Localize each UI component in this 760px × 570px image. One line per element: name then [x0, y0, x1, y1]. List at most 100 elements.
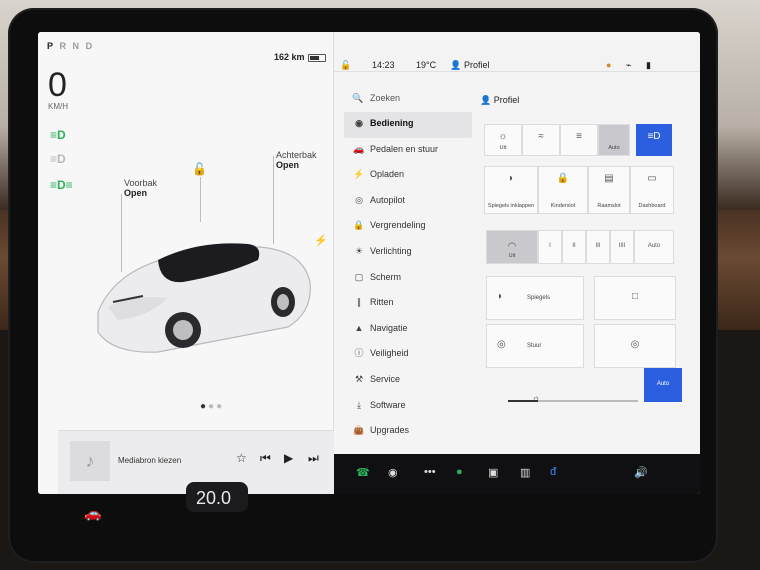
- menu-item-scherm[interactable]: ▢ Scherm: [344, 266, 472, 292]
- wipers-4-button[interactable]: IIII: [610, 230, 634, 264]
- profile-icon[interactable]: 👤: [450, 60, 461, 71]
- menu-item-upgrades[interactable]: 👜 Upgrades: [344, 419, 472, 445]
- cabin-temperature[interactable]: 20.0: [196, 488, 231, 509]
- mirror-adjust-label: Spiegels: [527, 295, 551, 301]
- dashboard-button[interactable]: ▭ Dashboard: [630, 166, 674, 214]
- wrench-icon: ⚒: [354, 373, 364, 384]
- wiper-speed-label: Auto: [647, 243, 661, 249]
- brightness-slider[interactable]: [508, 400, 638, 402]
- menu-label: Upgrades: [370, 425, 410, 436]
- menu-label: Veiligheid: [370, 348, 409, 359]
- profile-header-label: Profiel: [493, 95, 520, 105]
- menu-label: Ritten: [370, 297, 394, 308]
- menu-item-service[interactable]: ⚒ Service: [344, 368, 472, 394]
- lock-status-icon[interactable]: 🔓: [340, 60, 351, 71]
- media-source-label[interactable]: Mediabron kiezen: [118, 456, 181, 465]
- spotify-icon[interactable]: ●: [456, 466, 463, 478]
- frunk-callout[interactable]: Voorbak Open: [124, 178, 157, 199]
- lights-auto-button[interactable]: Auto: [598, 124, 630, 156]
- phone-icon[interactable]: ☎: [356, 466, 370, 479]
- button-label: Spiegels inklappen: [487, 202, 535, 209]
- menu-item-veiligheid[interactable]: ⓘ Veiligheid: [344, 342, 472, 368]
- menu-label: Vergrendeling: [370, 220, 426, 231]
- wiper-speed-label: III: [595, 243, 601, 249]
- unlock-icon[interactable]: 🔓: [192, 162, 207, 176]
- volume-icon[interactable]: 🔊: [634, 466, 648, 479]
- sun-icon: ☀: [354, 245, 364, 256]
- button-label: Uit: [508, 252, 516, 259]
- fog-light-icon: ≡D≡: [50, 178, 73, 192]
- low-beam-button[interactable]: ≡: [560, 124, 598, 156]
- menu-item-vergrendeling[interactable]: 🔒 Vergrendeling: [344, 214, 472, 240]
- music-note-icon[interactable]: ♪: [70, 441, 110, 481]
- gear-r: R: [59, 41, 69, 51]
- gear-p: P: [47, 41, 56, 51]
- vehicle-render: [97, 243, 311, 353]
- alert-icon[interactable]: ●: [606, 60, 611, 70]
- wipers-1-button[interactable]: I: [538, 230, 562, 264]
- bluetooth-icon[interactable]: ᵭ: [550, 466, 556, 478]
- menu-item-software[interactable]: ⤓ Software: [344, 394, 472, 420]
- high-beam-button[interactable]: ≡D: [636, 124, 672, 156]
- mirror-adjust-button[interactable]: ◗ Spiegels: [486, 276, 584, 320]
- menu-item-navigatie[interactable]: ▲ Navigatie: [344, 317, 472, 343]
- menu-label: Bediening: [370, 118, 414, 128]
- page-dots[interactable]: ●●●: [200, 401, 224, 412]
- wipers-auto-button[interactable]: Auto: [634, 230, 674, 264]
- profile-button[interactable]: Profiel: [464, 60, 490, 70]
- favorite-star-icon[interactable]: ☆: [236, 451, 247, 465]
- low-beam-icon: ≡: [576, 131, 582, 142]
- steering-mode-button[interactable]: ◎: [594, 324, 676, 368]
- menu-item-verlichting[interactable]: ☀ Verlichting: [344, 240, 472, 266]
- speed-unit: KM/H: [48, 102, 68, 111]
- trunk-state: Open: [276, 160, 300, 171]
- window-lock-button[interactable]: ▤ Raamslot: [588, 166, 630, 214]
- child-lock-button[interactable]: 🔒 Kinderslot: [538, 166, 588, 214]
- fold-mirrors-button[interactable]: ◗ Spiegels inklappen: [484, 166, 538, 214]
- calendar-icon[interactable]: ▣: [488, 466, 498, 479]
- lock-icon: 🔒: [353, 220, 365, 231]
- steering-mode-icon: ◎: [630, 339, 640, 350]
- mirror-icon: ◗: [507, 173, 515, 184]
- car-icon: 🚗: [353, 143, 365, 154]
- menu-label: Pedalen en stuur: [370, 143, 439, 154]
- brightness-auto-button[interactable]: Auto: [644, 368, 682, 402]
- play-icon[interactable]: ▶: [284, 451, 293, 465]
- wifi-icon[interactable]: ⌁: [626, 60, 631, 71]
- menu-item-pedalen[interactable]: 🚗 Pedalen en stuur: [344, 138, 472, 164]
- steering-adjust-button[interactable]: ◎ Stuur: [486, 324, 584, 368]
- app-icon[interactable]: ▥: [520, 466, 530, 479]
- gear-selector-indicator: P R N D: [47, 41, 94, 51]
- search-item[interactable]: 🔍 Zoeken: [344, 87, 472, 112]
- menu-item-autopilot[interactable]: ◎ Autopilot: [344, 189, 472, 215]
- menu-label: Scherm: [370, 271, 402, 282]
- gear-n: N: [72, 41, 82, 51]
- wipers-3-button[interactable]: III: [586, 230, 610, 264]
- child-lock-icon: 🔒: [556, 173, 570, 184]
- speedometer: 0: [48, 66, 67, 104]
- camera-icon[interactable]: ◉: [388, 466, 398, 479]
- menu-item-opladen[interactable]: ⚡ Opladen: [344, 163, 472, 189]
- high-beam-icon: ≡D: [647, 131, 661, 142]
- wipers-off-button[interactable]: ◠ Uit: [486, 230, 538, 264]
- seat-memory-button[interactable]: □: [594, 276, 676, 320]
- wipers-2-button[interactable]: II: [562, 230, 586, 264]
- button-label: Uit: [499, 144, 507, 151]
- menu-label: Verlichting: [370, 245, 412, 256]
- trunk-callout[interactable]: Achterbak Open: [276, 150, 317, 171]
- navigation-icon: ▲: [354, 322, 364, 333]
- menu-item-ritten[interactable]: ∥ Ritten: [344, 291, 472, 317]
- lights-off-button[interactable]: ☼ Uit: [484, 124, 522, 156]
- car-icon[interactable]: 🚗: [84, 505, 101, 522]
- profile-header[interactable]: 👤 Profiel: [480, 95, 519, 106]
- previous-track-icon[interactable]: ⏮: [260, 451, 271, 466]
- download-icon: ⤓: [357, 399, 361, 410]
- menu-label: Service: [370, 373, 401, 384]
- more-icon[interactable]: •••: [424, 466, 436, 478]
- menu-item-bediening[interactable]: ◉ Bediening: [344, 112, 472, 138]
- button-label: Kinderslot: [550, 202, 576, 209]
- brightness-icon: ☼: [532, 393, 541, 403]
- button-label: Auto: [608, 144, 620, 151]
- next-track-icon[interactable]: ⏭: [308, 451, 319, 466]
- parking-lights-button[interactable]: ≈: [522, 124, 560, 156]
